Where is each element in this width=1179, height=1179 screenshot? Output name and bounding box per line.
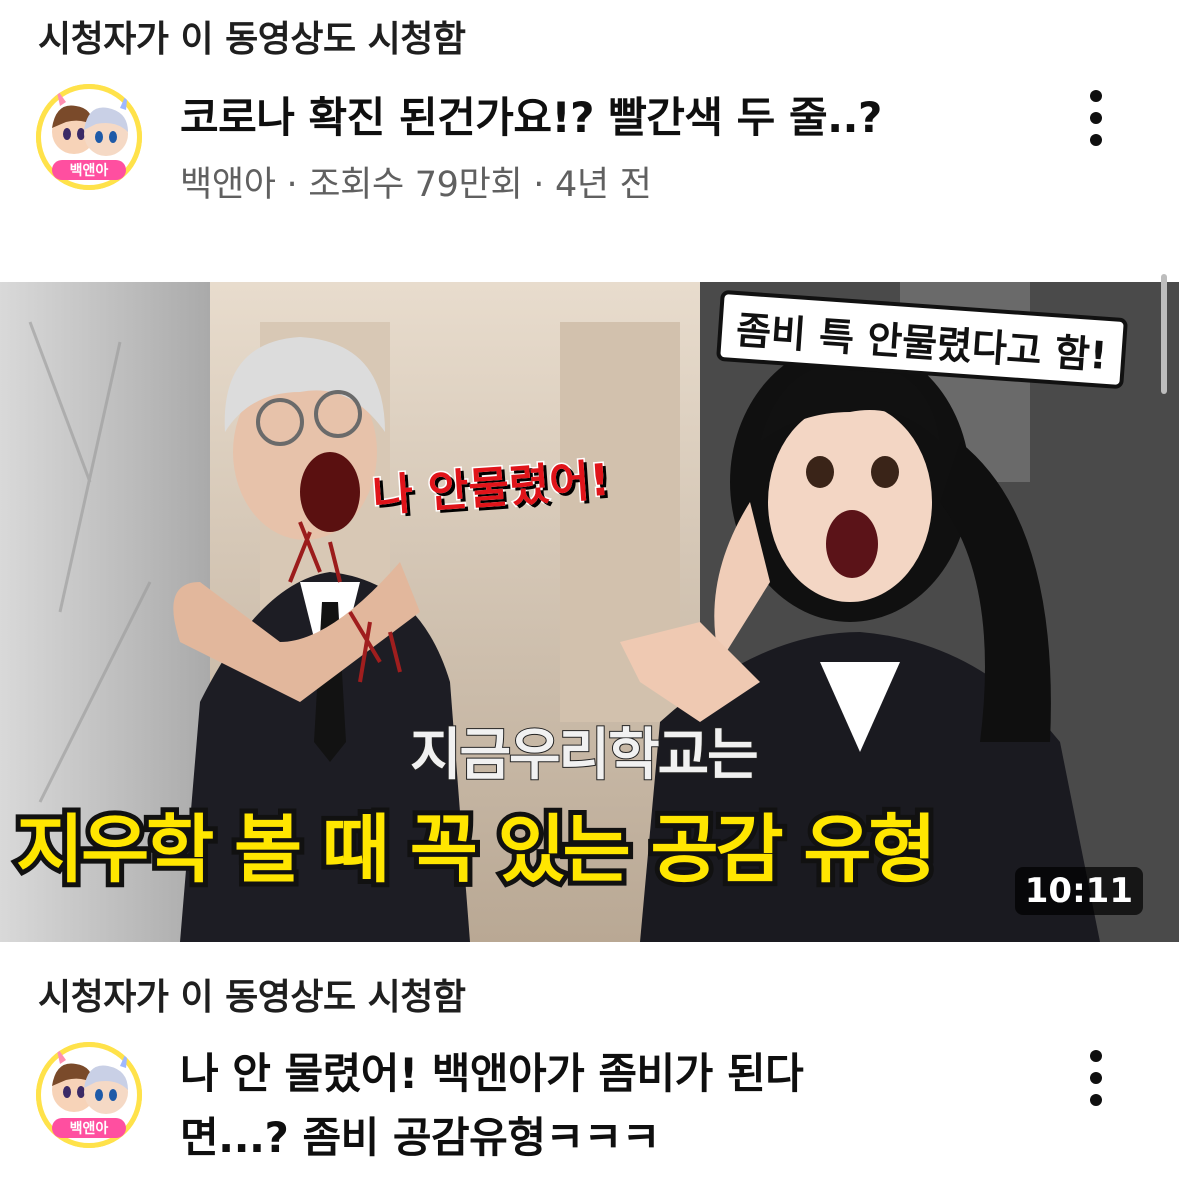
video-title-line: 코로나 확진 된건가요!? 빨간색 두 줄..? <box>180 93 882 142</box>
meta-separator: · <box>286 165 298 205</box>
video-title[interactable]: 나 안 물렸어! 백앤아가 좀비가 된다 면...? 좀비 공감유형ㅋㅋㅋ <box>180 1042 804 1170</box>
duration-badge: 10:11 <box>1014 867 1143 915</box>
more-dot <box>1090 112 1102 124</box>
video-title-line: 면...? 좀비 공감유형ㅋㅋㅋ <box>180 1113 660 1162</box>
more-vert-icon[interactable] <box>1076 1048 1116 1108</box>
show-logo: 지금우리학교는 <box>409 722 760 789</box>
channel-avatar[interactable]: 백앤아 <box>36 1042 142 1148</box>
video-meta: 백앤아 · 조회수 79만회 · 4년 전 <box>180 156 652 207</box>
scrollbar-thumb[interactable] <box>1161 274 1167 394</box>
avatar-label: 백앤아 <box>70 162 109 179</box>
avatar-illustration: 백앤아 <box>36 84 142 190</box>
video-title-line: 나 안 물렸어! 백앤아가 좀비가 된다 <box>180 1049 804 1098</box>
thumbnail-caption: 지우학 볼 때 꼭 있는 공감 유형 <box>11 802 942 898</box>
more-dot <box>1090 1094 1102 1106</box>
meta-separator: · <box>533 165 545 205</box>
channel-avatar[interactable]: 백앤아 <box>36 84 142 190</box>
view-count: 조회수 79만회 <box>308 165 523 205</box>
more-dot <box>1090 1050 1102 1062</box>
video-title[interactable]: 코로나 확진 된건가요!? 빨간색 두 줄..? <box>180 86 882 150</box>
upload-age: 4년 전 <box>554 165 652 205</box>
channel-name[interactable]: 백앤아 <box>180 165 276 205</box>
more-dot <box>1090 90 1102 102</box>
more-dot <box>1090 134 1102 146</box>
more-dot <box>1090 1072 1102 1084</box>
context-label: 시청자가 이 동영상도 시청함 <box>38 19 466 60</box>
avatar-label: 백앤아 <box>70 1120 109 1137</box>
avatar-illustration: 백앤아 <box>36 1042 142 1148</box>
video-thumbnail[interactable]: 좀비 특 안물렸다고 함! 나 안물렸어! 지금우리학교는 지우학 볼 때 꼭 … <box>0 282 1179 942</box>
context-label: 시청자가 이 동영상도 시청함 <box>38 977 466 1018</box>
more-vert-icon[interactable] <box>1076 88 1116 148</box>
